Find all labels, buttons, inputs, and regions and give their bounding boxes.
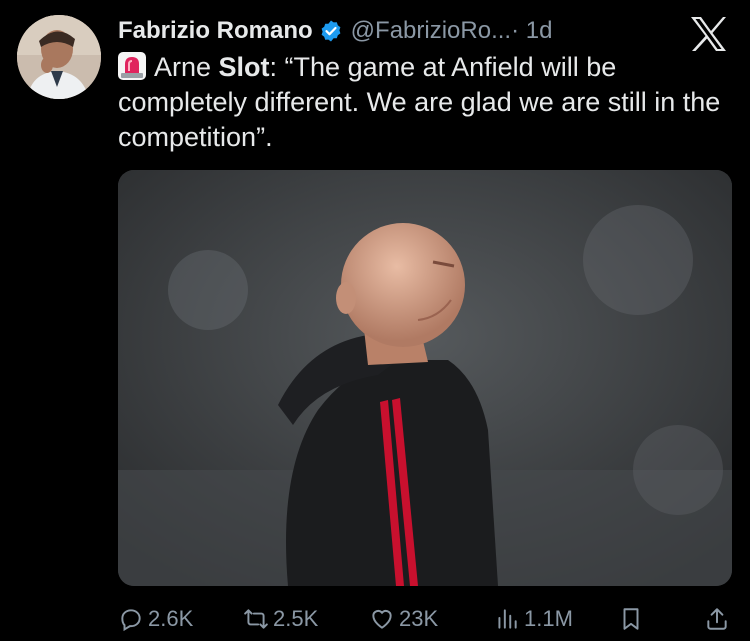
share-button[interactable] <box>704 596 734 641</box>
like-button[interactable]: 23K <box>369 596 438 641</box>
x-logo-icon <box>691 17 726 51</box>
tweet-text-start: Arne <box>154 52 219 82</box>
author-avatar[interactable] <box>17 15 101 99</box>
views-count: 1.1M <box>524 605 573 631</box>
reply-icon <box>121 608 141 631</box>
tweet-header: Fabrizio Romano @FabrizioRo... · 1d <box>118 13 552 49</box>
author-handle[interactable]: @FabrizioRo... <box>351 17 511 45</box>
retweet-icon <box>244 608 268 629</box>
police-siren-icon <box>118 52 146 80</box>
author-name[interactable]: Fabrizio Romano <box>118 17 313 45</box>
like-count: 23K <box>399 605 439 631</box>
retweet-count: 2.5K <box>273 605 319 631</box>
views-icon <box>498 608 517 629</box>
tweet-text-bold: Slot <box>218 52 270 82</box>
retweet-button[interactable]: 2.5K <box>243 596 318 641</box>
avatar-image <box>17 15 101 99</box>
tweet-photo[interactable] <box>118 170 732 586</box>
heart-icon <box>372 609 392 629</box>
tweet-actions: 2.6K 2.5K 23K 1.1M <box>0 596 750 641</box>
reply-count: 2.6K <box>148 605 194 631</box>
reply-button[interactable]: 2.6K <box>118 596 193 641</box>
verified-badge-icon <box>321 20 341 42</box>
views-button[interactable]: 1.1M <box>494 596 573 641</box>
photo-person-image <box>118 170 732 586</box>
tweet-text: Arne Slot: “The game at Anfield will be … <box>118 50 728 155</box>
bookmark-icon <box>623 607 639 630</box>
bookmark-button[interactable] <box>618 596 648 641</box>
tweet-time[interactable]: · 1d <box>511 17 552 45</box>
share-icon <box>707 607 727 630</box>
